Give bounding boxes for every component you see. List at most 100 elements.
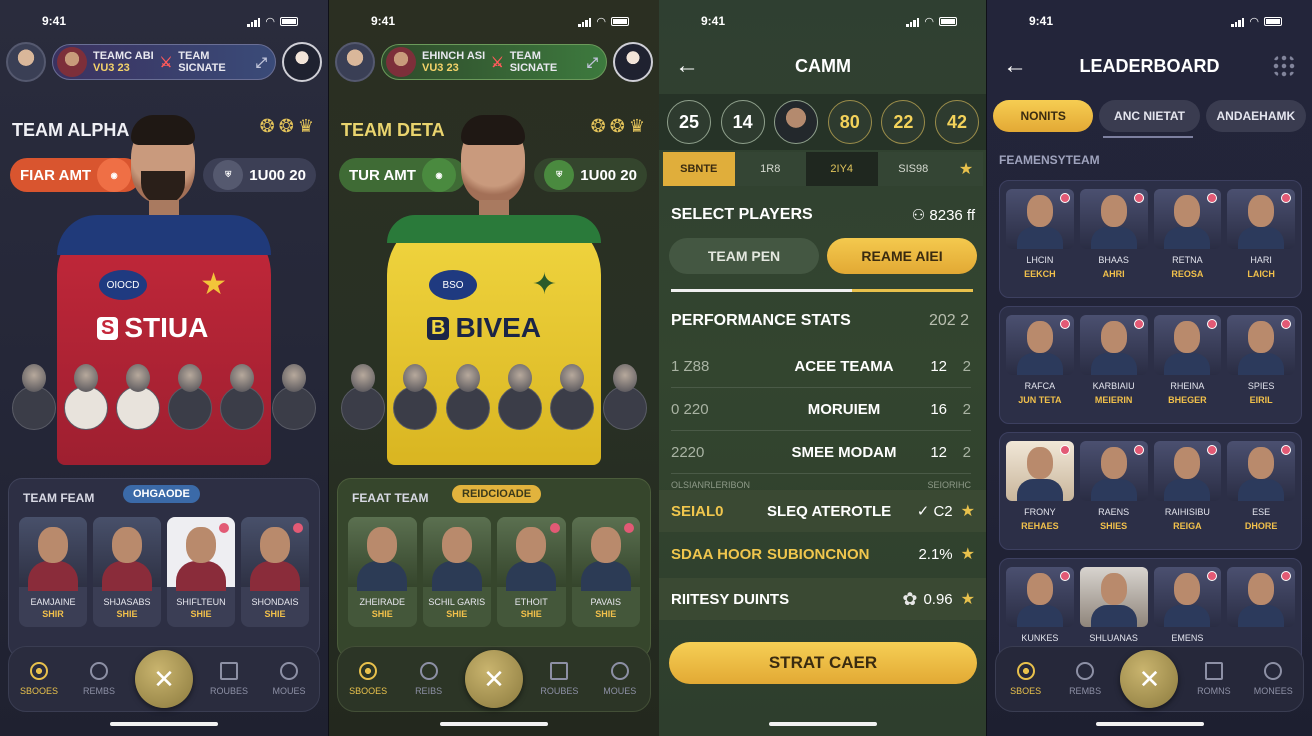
score-circle[interactable]: 22	[881, 100, 926, 144]
player-badge[interactable]	[12, 364, 56, 438]
player-card[interactable]: SHONDAIS SHIE	[241, 517, 309, 627]
player-card[interactable]: SHJASABS SHIE	[93, 517, 161, 627]
home-indicator[interactable]	[769, 722, 877, 726]
cricket-bats-icon[interactable]: ✕	[135, 650, 193, 708]
tab-2[interactable]: 2IY4	[806, 152, 878, 186]
tab-3[interactable]: SIS98	[877, 152, 949, 186]
screen-match-stats: 9:41 ◠ ← CAMM 25 14 80 22 42 SBNTE 1R8 2…	[659, 0, 987, 736]
share-icon[interactable]: ⤢	[256, 54, 267, 71]
player-badge[interactable]	[341, 364, 386, 438]
player-avatar[interactable]	[774, 100, 819, 144]
trophy-icon	[359, 662, 378, 680]
top-bar: ← LEADERBOARD	[987, 52, 1312, 80]
player-badge[interactable]	[272, 364, 316, 438]
player-card[interactable]: RAIHISIBU REIGA	[1153, 441, 1222, 541]
avatar[interactable]	[6, 42, 46, 82]
panel-chip[interactable]: OHGAODE	[123, 485, 200, 503]
highlight-row[interactable]: SDAA HOOR SUBIONCNON 2.1% ★	[659, 533, 987, 575]
match-header[interactable]: EHINCH ASI VU3 23 ⚔ TEAM SICNATE ⤢	[335, 42, 653, 82]
player-badge[interactable]	[602, 364, 647, 438]
primary-button[interactable]: REAME AIEI	[827, 238, 977, 274]
nav-teams[interactable]: REMBS	[1061, 662, 1109, 696]
player-role: SHIE	[190, 609, 212, 619]
team-pen-button[interactable]: TEAM PEN	[669, 238, 819, 274]
jersey-crest: BSO	[429, 270, 477, 300]
highlight-b: RIITESY DUINTS	[671, 590, 790, 608]
score-circle[interactable]: 14	[720, 100, 765, 144]
player-name: KUNKES	[1021, 633, 1059, 643]
player-card[interactable]: BHAAS AHRI	[1079, 189, 1148, 289]
player-card[interactable]: ESE DHORE	[1227, 441, 1295, 541]
status-bar: 9:41 ◠	[987, 12, 1312, 30]
player-badge[interactable]	[168, 364, 212, 438]
nav-teams[interactable]: REIBS	[405, 662, 453, 696]
star-icon[interactable]: ★	[949, 152, 983, 186]
nav-rounds[interactable]: ROUBES	[535, 662, 583, 696]
player-name: ETHOIT	[514, 597, 548, 607]
highlight-row[interactable]: RIITESY DUINTS ✿ 0.96 ★	[659, 578, 987, 620]
segment-0[interactable]: NONITS	[993, 100, 1094, 132]
tab-1[interactable]: 1R8	[734, 152, 806, 186]
player-card[interactable]: RAENS SHIES	[1079, 441, 1148, 541]
nav-scores[interactable]: SBOES	[1002, 662, 1050, 696]
player-card[interactable]: RAFCA JUN TETA	[1006, 315, 1074, 415]
score-circle[interactable]: 80	[827, 100, 872, 144]
home-indicator[interactable]	[1095, 722, 1204, 726]
player-badge[interactable]	[445, 364, 490, 438]
player-card[interactable]: RHEINA BHEGER	[1153, 315, 1222, 415]
player-name: ESE	[1252, 507, 1271, 517]
highlight-row[interactable]: SEIAL0 SLEQ ATEROTLE ✓ C2 ★	[659, 490, 987, 532]
nav-profile[interactable]: MOUES	[596, 662, 644, 696]
nav-rounds[interactable]: ROUBES	[205, 662, 253, 696]
player-card[interactable]: FRONY REHAES	[1006, 441, 1074, 541]
opponent-avatar[interactable]	[613, 42, 653, 82]
stat-row[interactable]: 0 220 MORUIEM 16 2	[671, 389, 971, 431]
home-indicator[interactable]	[110, 722, 218, 726]
tab-0[interactable]: SBNTE	[663, 152, 735, 186]
avatar[interactable]	[335, 42, 375, 82]
player-card[interactable]: KARBIAIU MEIERIN	[1079, 315, 1148, 415]
player-card[interactable]: SHIFLTEUN SHIE	[167, 517, 235, 627]
nav-rounds[interactable]: ROMNS	[1190, 662, 1238, 696]
caption-right: SEIORIHC	[927, 480, 971, 490]
score-circle[interactable]: 25	[667, 100, 711, 144]
player-badge[interactable]	[550, 364, 595, 438]
select-players-label: SELECT PLAYERS	[671, 206, 813, 223]
player-card[interactable]: ZHEIRADE SHIE	[348, 517, 417, 627]
segment-1[interactable]: ANC NIETAT	[1099, 100, 1200, 132]
match-pill[interactable]: TEAMC ABI VU3 23 ⚔ TEAM SICNATE ⤢	[52, 44, 276, 80]
opponent-avatar[interactable]	[282, 42, 322, 82]
player-badge[interactable]	[64, 364, 108, 438]
home-indicator[interactable]	[440, 722, 548, 726]
match-pill[interactable]: EHINCH ASI VU3 23 ⚔ TEAM SICNATE ⤢	[381, 44, 607, 80]
stat-row[interactable]: 1 Z88 ACEE TEAMA 12 2	[671, 346, 971, 388]
cricket-bats-icon[interactable]: ✕	[1120, 650, 1179, 708]
player-card[interactable]: SPIES EIRIL	[1227, 315, 1295, 415]
player-card[interactable]: RETNA REOSA	[1153, 189, 1222, 289]
share-icon[interactable]: ⤢	[587, 54, 598, 71]
player-badge[interactable]	[220, 364, 264, 438]
player-card[interactable]: LHCIN EEKCH	[1006, 189, 1074, 289]
match-header[interactable]: TEAMC ABI VU3 23 ⚔ TEAM SICNATE ⤢	[6, 42, 322, 82]
segment-2[interactable]: ANDAEHAMK	[1205, 100, 1306, 132]
player-badge[interactable]	[393, 364, 438, 438]
nav-scores[interactable]: SBOOES	[15, 662, 63, 696]
nav-profile[interactable]: MOUES	[265, 662, 313, 696]
player-card[interactable]: SCHIL GARIS SHIE	[422, 517, 491, 627]
start-button[interactable]: STRAT CAER	[669, 642, 977, 684]
nav-profile[interactable]: MONEES	[1249, 662, 1297, 696]
nav-scores[interactable]: SBOOES	[344, 662, 392, 696]
player-card[interactable]: ETHOIT SHIE	[497, 517, 566, 627]
grid-menu-icon[interactable]	[1272, 54, 1296, 78]
player-badge[interactable]	[498, 364, 543, 438]
player-badge[interactable]	[116, 364, 160, 438]
panel-chip[interactable]: REIDCIOADE	[452, 485, 542, 503]
stat-row[interactable]: 2220 SMEE MODAM 12 2	[671, 432, 971, 474]
match-score: VU3 23	[93, 62, 130, 74]
player-card[interactable]: EAMJAINE SHIR	[19, 517, 87, 627]
nav-teams[interactable]: REMBS	[75, 662, 123, 696]
score-circle[interactable]: 42	[934, 100, 979, 144]
cricket-bats-icon[interactable]: ✕	[464, 650, 523, 708]
player-card[interactable]: HARI LAICH	[1227, 189, 1295, 289]
player-card[interactable]: PAVAIS SHIE	[571, 517, 640, 627]
